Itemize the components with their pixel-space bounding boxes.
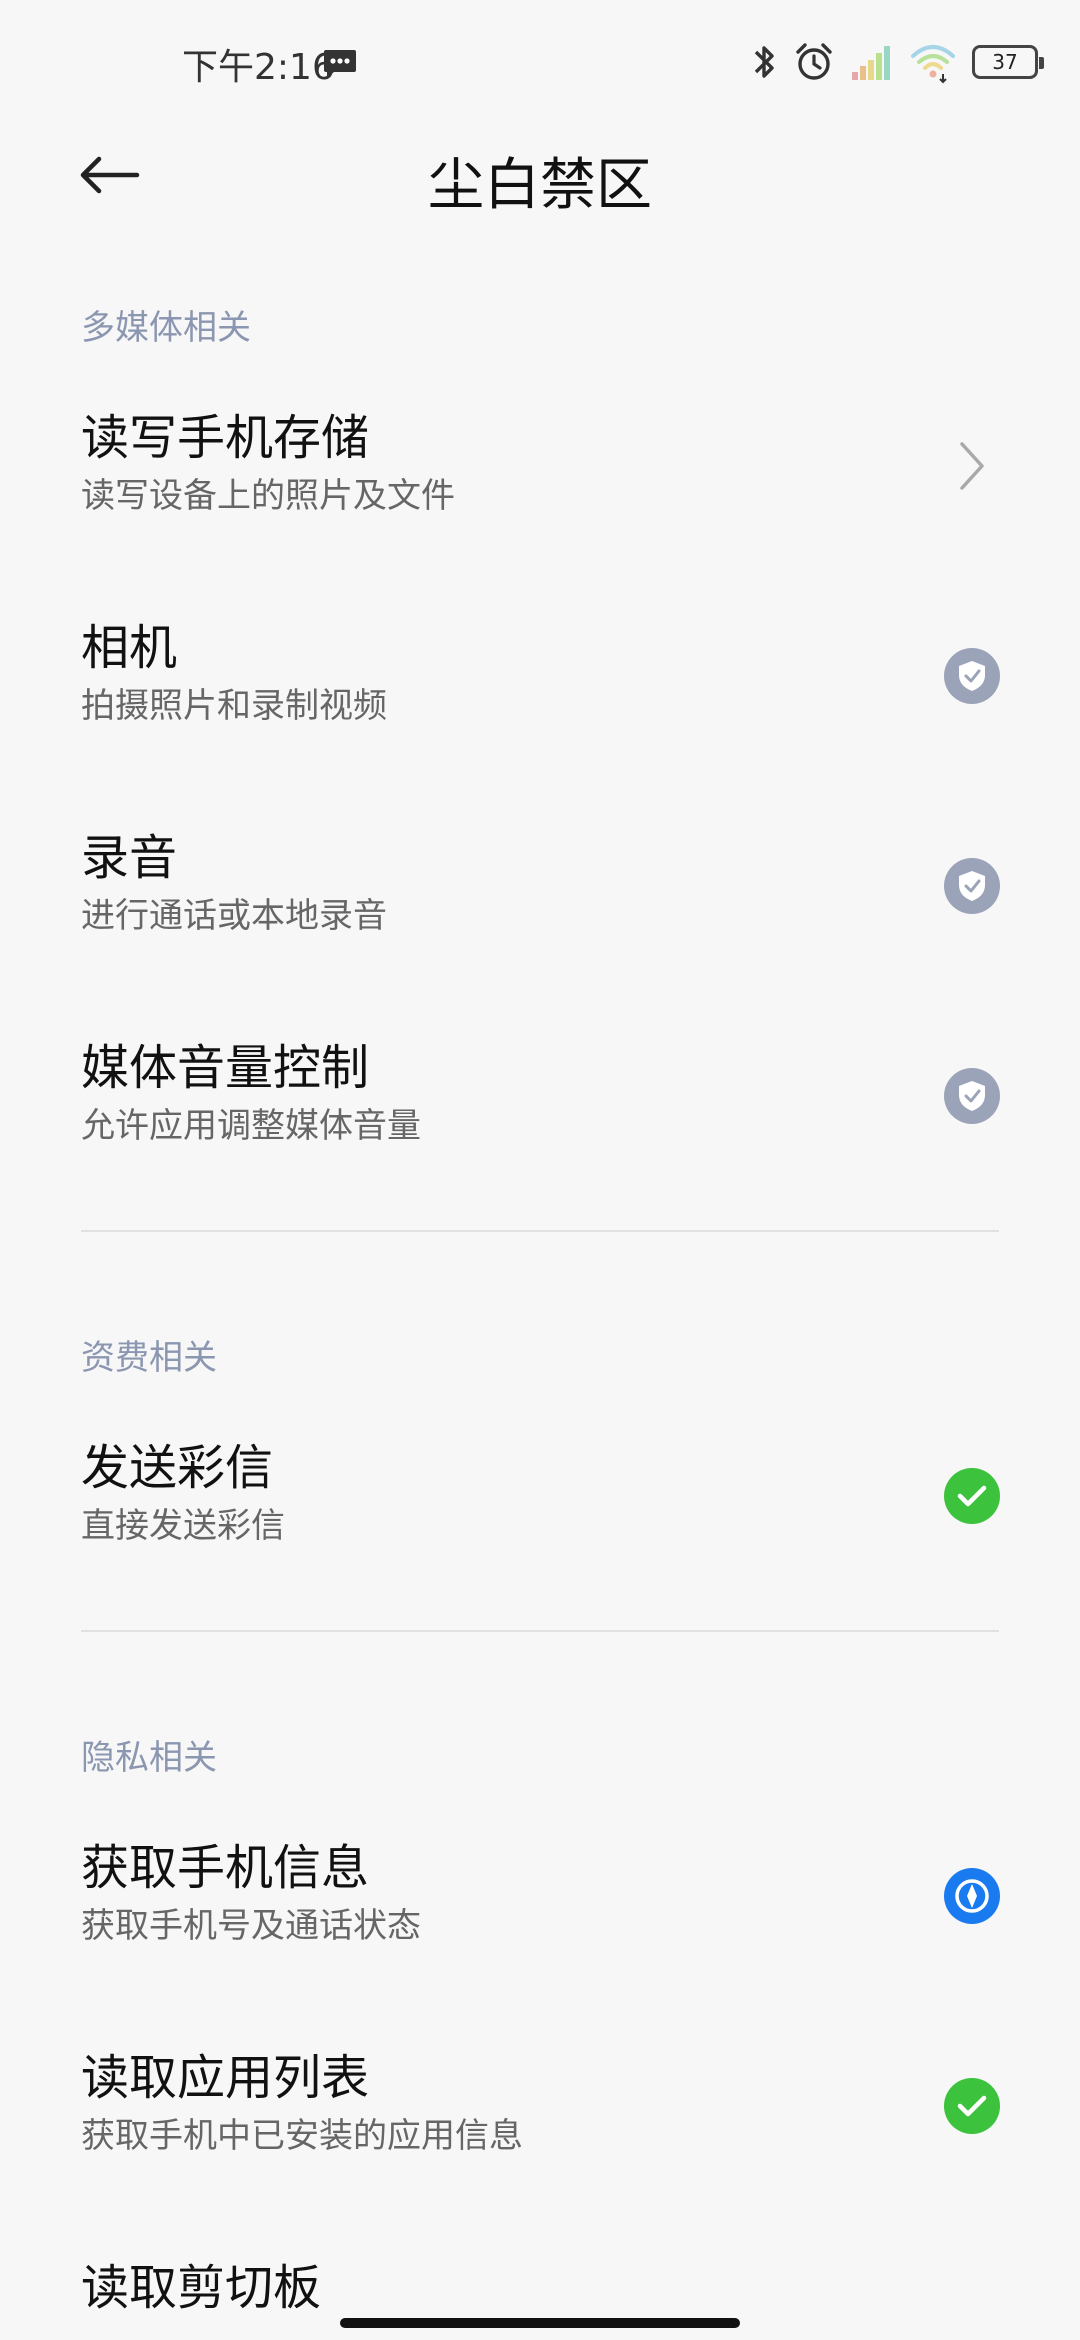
home-indicator[interactable]: [340, 2318, 740, 2328]
chevron-right-icon: [944, 438, 1000, 494]
section-divider: [81, 1230, 999, 1232]
shield-check-icon: [944, 1068, 1000, 1124]
section-header-billing: 资费相关: [81, 1338, 217, 1378]
permission-desc: 允许应用调整媒体音量: [81, 1106, 421, 1146]
permission-item-storage[interactable]: 读写手机存储 读写设备上的照片及文件: [0, 360, 1080, 570]
status-time: 下午2:16: [182, 47, 335, 88]
permission-desc: 直接发送彩信: [81, 1506, 285, 1546]
shield-check-icon: [944, 858, 1000, 914]
permission-state-allowed[interactable]: [944, 2078, 1000, 2134]
section-divider-wrap: [0, 1200, 1080, 1260]
check-icon: [944, 1468, 1000, 1524]
alarm-icon: [796, 43, 832, 80]
permission-item-camera[interactable]: 相机 拍摄照片和录制视频: [0, 570, 1080, 780]
permission-item-app-list[interactable]: 读取应用列表 获取手机中已安装的应用信息: [0, 2000, 1080, 2210]
permission-desc: 读写设备上的照片及文件: [81, 476, 455, 516]
section-divider-wrap: [0, 1600, 1080, 1660]
permission-title: 发送彩信: [81, 1440, 274, 1496]
permission-title: 获取手机信息: [81, 1840, 370, 1896]
status-bar: 下午2:16 37: [0, 0, 1080, 120]
wifi-icon: [911, 45, 955, 84]
section-header-privacy: 隐私相关: [81, 1738, 217, 1778]
section-divider: [81, 1630, 999, 1632]
permission-state-ask[interactable]: [944, 1068, 1000, 1124]
permission-state-ask[interactable]: [944, 648, 1000, 704]
permission-desc: 进行通话或本地录音: [81, 896, 387, 936]
permission-state-ask[interactable]: [944, 858, 1000, 914]
permission-title: 相机: [81, 620, 178, 676]
message-icon: [322, 48, 358, 80]
permission-title: 录音: [81, 830, 178, 886]
permission-list: 多媒体相关 读写手机存储 读写设备上的照片及文件 相机 拍摄照片和录制视频 录音…: [0, 230, 1080, 2340]
signal-icon: [852, 46, 890, 80]
permission-item-record-audio[interactable]: 录音 进行通话或本地录音: [0, 780, 1080, 990]
permission-desc: 获取手机中已安装的应用信息: [81, 2116, 523, 2156]
app-header: 尘白禁区: [0, 120, 1080, 230]
permission-item-media-volume[interactable]: 媒体音量控制 允许应用调整媒体音量: [0, 990, 1080, 1200]
page-title: 尘白禁区: [428, 153, 652, 218]
section-header-multimedia: 多媒体相关: [81, 308, 251, 348]
battery-indicator: 37: [972, 45, 1044, 79]
permission-title: 媒体音量控制: [81, 1040, 370, 1096]
permission-desc: 获取手机号及通话状态: [81, 1906, 421, 1946]
bluetooth-icon: [754, 46, 774, 78]
permission-title: 读取应用列表: [81, 2050, 370, 2106]
check-icon: [944, 2078, 1000, 2134]
compass-icon: [944, 1868, 1000, 1924]
shield-check-icon: [944, 648, 1000, 704]
permission-title: 读写手机存储: [81, 410, 370, 466]
permission-title: 读取剪切板: [81, 2260, 322, 2316]
permission-desc: 拍摄照片和录制视频: [81, 686, 387, 726]
permission-state-allowed[interactable]: [944, 1468, 1000, 1524]
battery-level: 37: [992, 50, 1018, 74]
permission-state-while-using[interactable]: [944, 1868, 1000, 1924]
permission-item-send-mms[interactable]: 发送彩信 直接发送彩信: [0, 1390, 1080, 1600]
status-icons: 37: [752, 36, 1044, 88]
permission-item-phone-info[interactable]: 获取手机信息 获取手机号及通话状态: [0, 1790, 1080, 2000]
